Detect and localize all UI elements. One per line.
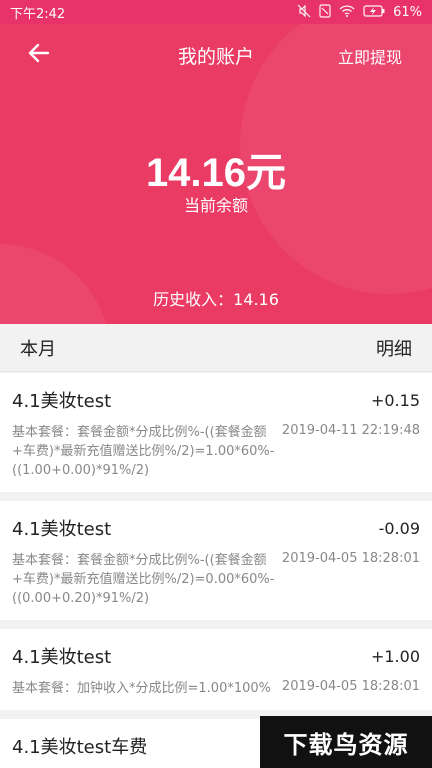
- status-icons: 61%: [297, 3, 422, 21]
- balance-amount: 14.16元: [145, 151, 287, 195]
- record-amount: +0.15: [370, 390, 420, 410]
- month-bar: 本月 明细: [0, 324, 432, 372]
- balance-label: 当前余额: [183, 196, 248, 215]
- period-label: 本月: [20, 338, 56, 360]
- record-amount: -0.09: [378, 518, 420, 538]
- record-date: 2019-04-11 22:19:48: [281, 423, 420, 438]
- sim-icon: [319, 3, 331, 21]
- decorative-circle: [0, 244, 110, 324]
- mute-icon: [297, 4, 311, 21]
- top-bar: 我的账户 立即提现: [0, 24, 432, 84]
- battery-level: 61%: [393, 4, 422, 20]
- record-date: 2019-04-05 18:28:01: [281, 551, 420, 566]
- wifi-icon: [339, 4, 355, 20]
- withdraw-button[interactable]: 立即提现: [338, 44, 402, 68]
- detail-link[interactable]: 明细: [376, 335, 412, 361]
- status-bar: 下午2:42 61%: [0, 0, 432, 24]
- record-list: 4.1美妆test +0.15 基本套餐：套餐金额*分成比例%-((套餐金额+车…: [0, 373, 432, 768]
- record-description: 基本套餐：套餐金额*分成比例%-((套餐金额+车费)*最新充值赠送比例%/2)=…: [12, 553, 275, 606]
- record-date: 2019-04-05 18:28:01: [281, 679, 420, 694]
- watermark-logo: 下载鸟资源: [260, 716, 432, 768]
- history-income: 历史收入：14.16: [153, 290, 279, 309]
- list-item[interactable]: 4.1美妆test +1.00 基本套餐：加钟收入*分成比例=1.00*100%…: [0, 629, 432, 710]
- battery-icon: [363, 4, 385, 20]
- record-description: 基本套餐：加钟收入*分成比例=1.00*100%: [12, 681, 272, 696]
- list-item[interactable]: 4.1美妆test +0.15 基本套餐：套餐金额*分成比例%-((套餐金额+车…: [0, 373, 432, 492]
- status-time: 下午2:42: [10, 6, 66, 22]
- list-item[interactable]: 4.1美妆test -0.09 基本套餐：套餐金额*分成比例%-((套餐金额+车…: [0, 501, 432, 620]
- record-title: 4.1美妆test车费: [12, 737, 148, 758]
- record-title: 4.1美妆test: [12, 519, 112, 540]
- record-title: 4.1美妆test: [12, 647, 112, 668]
- record-description: 基本套餐：套餐金额*分成比例%-((套餐金额+车费)*最新充值赠送比例%/2)=…: [12, 425, 275, 478]
- record-title: 4.1美妆test: [12, 391, 112, 412]
- record-amount: +1.00: [370, 646, 420, 666]
- account-header: 我的账户 立即提现 14.16元 当前余额 历史收入：14.16: [0, 24, 432, 324]
